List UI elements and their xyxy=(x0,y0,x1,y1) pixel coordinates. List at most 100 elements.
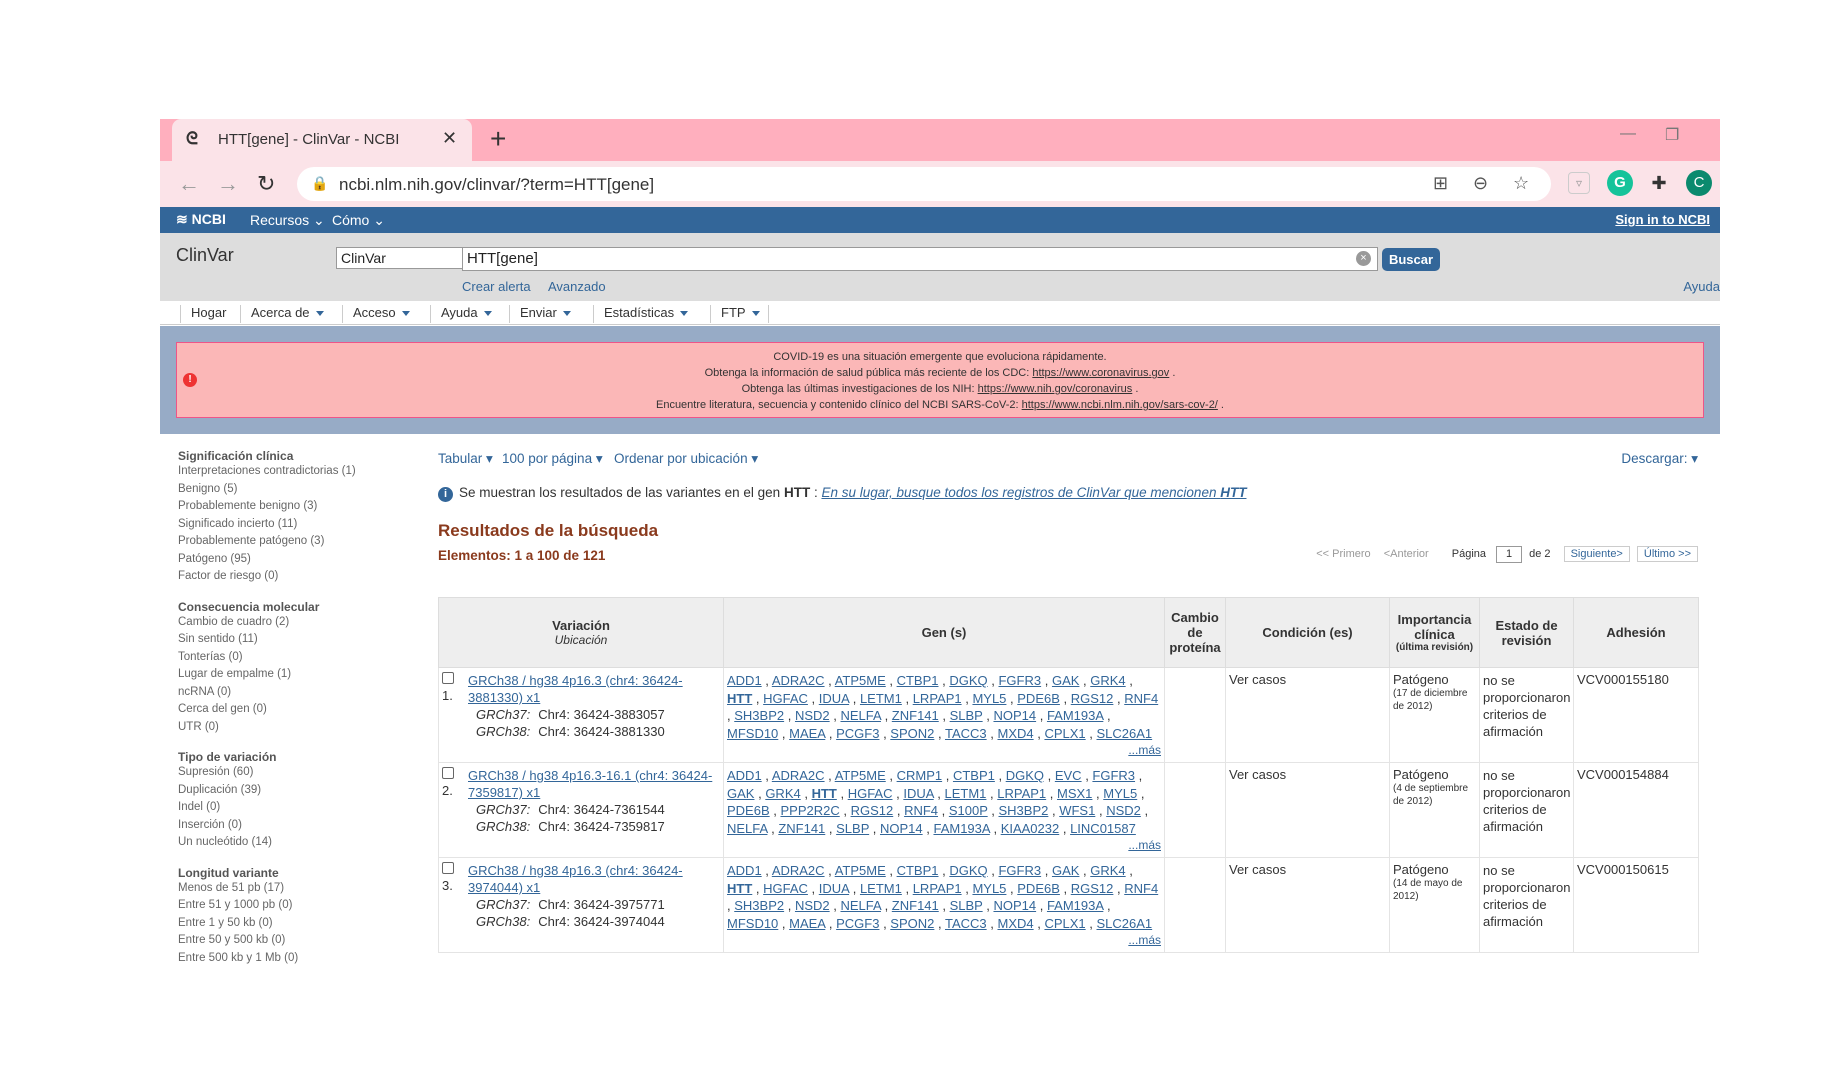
gene-link[interactable]: ADD1 xyxy=(727,673,762,688)
facet-filter-item[interactable]: Entre 500 kb y 1 Mb (0) xyxy=(178,952,408,966)
gene-link[interactable]: ZNF141 xyxy=(778,821,825,836)
gene-link[interactable]: LINC01587 xyxy=(1070,821,1136,836)
facet-filter-item[interactable]: Un nucleótido (14) xyxy=(178,836,408,854)
gene-link[interactable]: SPON2 xyxy=(890,916,934,931)
nih-link[interactable]: https://www.nih.gov/coronavirus xyxy=(978,383,1133,395)
gene-link[interactable]: SLC26A1 xyxy=(1097,726,1153,741)
gene-link[interactable]: CRMP1 xyxy=(897,768,943,783)
col-condition[interactable]: Condición (es) xyxy=(1225,597,1390,668)
facet-filter-item[interactable]: Interpretaciones contradictorias (1) xyxy=(178,465,408,483)
col-significance[interactable]: Importancia clínica (última revisión) xyxy=(1389,597,1480,668)
facet-filter-item[interactable]: ncRNA (0) xyxy=(178,686,408,704)
create-alert-link[interactable]: Crear alerta xyxy=(462,279,531,294)
facet-filter-item[interactable]: Probablemente benigno (3) xyxy=(178,500,408,518)
menu-hogar[interactable]: Hogar xyxy=(180,305,226,323)
gene-link[interactable]: TACC3 xyxy=(945,726,987,741)
new-tab-icon[interactable]: + xyxy=(490,123,506,155)
gene-link[interactable]: PDE6B xyxy=(1017,691,1060,706)
gene-link[interactable]: FGFR3 xyxy=(998,863,1041,878)
gene-link[interactable]: ZNF141 xyxy=(892,708,939,723)
gene-link[interactable]: ATP5ME xyxy=(835,863,886,878)
gene-link[interactable]: CTBP1 xyxy=(953,768,995,783)
condition-cell[interactable]: Ver casos xyxy=(1225,667,1390,763)
cdc-link[interactable]: https://www.coronavirus.gov xyxy=(1032,367,1169,379)
gene-link[interactable]: RNF4 xyxy=(904,803,938,818)
facet-filter-item[interactable]: Significado incierto (11) xyxy=(178,518,408,536)
gene-link[interactable]: NELFA xyxy=(840,708,880,723)
gene-link[interactable]: HTT xyxy=(727,881,752,896)
facet-filter-item[interactable]: UTR (0) xyxy=(178,721,408,739)
close-tab-icon[interactable]: ✕ xyxy=(442,128,457,149)
address-bar[interactable]: 🔒 ncbi.nlm.nih.gov/clinvar/?term=HTT[gen… xyxy=(297,167,1551,201)
gene-link[interactable]: MXD4 xyxy=(997,726,1033,741)
clear-search-icon[interactable]: × xyxy=(1356,251,1371,266)
gene-link[interactable]: ATP5ME xyxy=(835,673,886,688)
gene-link[interactable]: IDUA xyxy=(819,691,849,706)
gene-link[interactable]: MAEA xyxy=(789,916,825,931)
next-page-button[interactable]: Siguiente> xyxy=(1563,546,1630,562)
col-genes[interactable]: Gen (s) xyxy=(723,597,1165,668)
facet-filter-item[interactable]: Benigno (5) xyxy=(178,483,408,501)
row-checkbox[interactable] xyxy=(442,767,454,779)
gene-link[interactable]: DGKQ xyxy=(949,863,987,878)
facet-filter-item[interactable]: Factor de riesgo (0) xyxy=(178,570,408,588)
back-icon[interactable]: ← xyxy=(178,171,200,197)
gene-link[interactable]: MYL5 xyxy=(972,881,1006,896)
sars-cov-2-link[interactable]: https://www.ncbi.nlm.nih.gov/sars-cov-2/ xyxy=(1022,399,1218,411)
gene-link[interactable]: DGKQ xyxy=(1006,768,1044,783)
facet-filter-item[interactable]: Sin sentido (11) xyxy=(178,633,408,651)
search-all-records-link[interactable]: En su lugar, busque todos los registros … xyxy=(821,485,1246,500)
gene-link[interactable]: CTBP1 xyxy=(897,863,939,878)
help-link[interactable]: Ayuda xyxy=(1683,279,1720,294)
gene-link[interactable]: GRK4 xyxy=(765,786,800,801)
gene-link[interactable]: LRPAP1 xyxy=(997,786,1046,801)
gene-link[interactable]: CPLX1 xyxy=(1044,726,1085,741)
facet-filter-item[interactable]: Menos de 51 pb (17) xyxy=(178,882,408,900)
gene-link[interactable]: PCGF3 xyxy=(836,726,879,741)
menu-ayuda[interactable]: Ayuda xyxy=(430,305,492,323)
gene-link[interactable]: NOP14 xyxy=(880,821,923,836)
gene-link[interactable]: ZNF141 xyxy=(892,898,939,913)
gene-link[interactable]: PCGF3 xyxy=(836,916,879,931)
condition-cell[interactable]: Ver casos xyxy=(1225,762,1390,858)
facet-filter-item[interactable]: Patógeno (95) xyxy=(178,553,408,571)
pocket-extension-icon[interactable]: ▿ xyxy=(1568,172,1590,194)
facet-filter-item[interactable]: Cerca del gen (0) xyxy=(178,703,408,721)
gene-link[interactable]: IDUA xyxy=(819,881,849,896)
more-genes-link[interactable]: ...más xyxy=(727,839,1161,852)
ncbi-logo[interactable]: ≋ NCBI xyxy=(176,211,226,228)
gene-link[interactable]: IDUA xyxy=(903,786,933,801)
gene-link[interactable]: SLBP xyxy=(950,898,983,913)
restore-icon[interactable]: ❐ xyxy=(1665,125,1679,145)
gene-link[interactable]: SPON2 xyxy=(890,726,934,741)
gene-link[interactable]: LRPAP1 xyxy=(913,881,962,896)
signin-link[interactable]: Sign in to NCBI xyxy=(1615,212,1710,227)
gene-link[interactable]: GAK xyxy=(1052,673,1079,688)
gene-link[interactable]: NOP14 xyxy=(993,708,1036,723)
gene-link[interactable]: SLBP xyxy=(836,821,869,836)
col-review-status[interactable]: Estado de revisión xyxy=(1479,597,1574,668)
gene-link[interactable]: RGS12 xyxy=(851,803,894,818)
gene-link[interactable]: FAM193A xyxy=(1047,708,1103,723)
gene-link[interactable]: CTBP1 xyxy=(897,673,939,688)
gene-link[interactable]: SH3BP2 xyxy=(999,803,1049,818)
zoom-icon[interactable]: ⊖ xyxy=(1473,173,1488,194)
menu-ftp[interactable]: FTP xyxy=(710,305,769,323)
gene-link[interactable]: LETM1 xyxy=(860,881,902,896)
grammarly-extension-icon[interactable]: G xyxy=(1607,170,1633,196)
gene-link[interactable]: S100P xyxy=(949,803,988,818)
more-genes-link[interactable]: ...más xyxy=(727,934,1161,947)
gene-link[interactable]: ADRA2C xyxy=(772,863,825,878)
minimize-icon[interactable]: — xyxy=(1620,125,1636,143)
gene-link[interactable]: GAK xyxy=(1052,863,1079,878)
gene-link[interactable]: PDE6B xyxy=(1017,881,1060,896)
previous-page-link[interactable]: <Anterior xyxy=(1384,548,1429,560)
facet-filter-item[interactable]: Probablemente patógeno (3) xyxy=(178,535,408,553)
last-page-button[interactable]: Último >> xyxy=(1636,546,1698,562)
facet-filter-item[interactable]: Entre 50 y 500 kb (0) xyxy=(178,934,408,952)
search-input[interactable]: HTT[gene] × xyxy=(462,247,1378,271)
gene-link[interactable]: MYL5 xyxy=(1103,786,1137,801)
gene-link[interactable]: LETM1 xyxy=(945,786,987,801)
facet-filter-item[interactable]: Lugar de empalme (1) xyxy=(178,668,408,686)
gene-link[interactable]: HTT xyxy=(812,786,837,801)
